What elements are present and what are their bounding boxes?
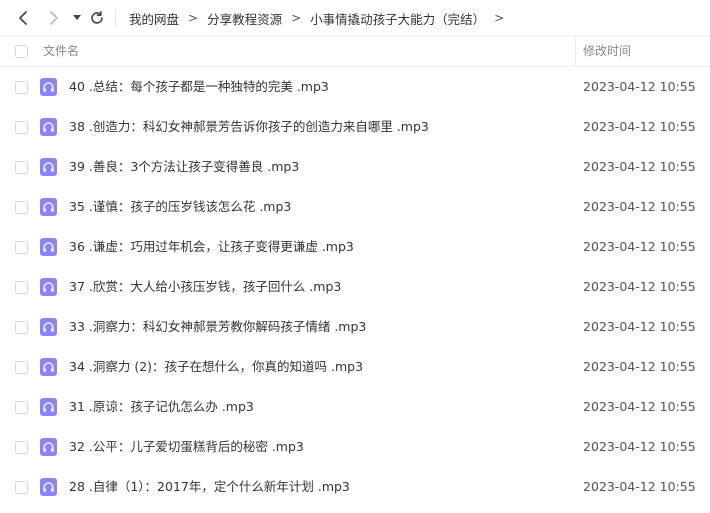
file-row[interactable]: 32 .公平：儿子爱切蛋糕背后的秘密 .mp3 2023-04-12 10:55: [0, 427, 710, 467]
file-name[interactable]: 39 .善良：3个方法让孩子变得善良 .mp3: [69, 147, 299, 187]
row-checkbox[interactable]: [15, 321, 28, 334]
file-modified-time: 2023-04-12 10:55: [583, 199, 696, 214]
column-header-modified[interactable]: 修改时间: [583, 36, 631, 67]
audio-file-icon: [40, 278, 57, 296]
file-name[interactable]: 33 .洞察力：科幻女神郝景芳教你解码孩子情绪 .mp3: [69, 307, 366, 347]
file-modified-time: 2023-04-12 10:55: [583, 119, 696, 134]
file-modified-time: 2023-04-12 10:55: [583, 159, 696, 174]
file-row[interactable]: 36 .谦虚：巧用过年机会，让孩子变得更谦虚 .mp3 2023-04-12 10…: [0, 227, 710, 267]
file-name[interactable]: 36 .谦虚：巧用过年机会，让孩子变得更谦虚 .mp3: [69, 227, 354, 267]
file-name[interactable]: 40 .总结：每个孩子都是一种独特的完美 .mp3: [69, 67, 329, 107]
audio-file-icon: [40, 478, 57, 496]
breadcrumb-item-share[interactable]: 分享教程资源: [207, 9, 282, 28]
row-checkbox[interactable]: [15, 121, 28, 134]
file-row[interactable]: 35 .谨慎：孩子的压岁钱该怎么花 .mp3 2023-04-12 10:55: [0, 187, 710, 227]
audio-file-icon: [40, 198, 57, 216]
breadcrumb-item-root[interactable]: 我的网盘: [129, 9, 179, 28]
file-name[interactable]: 28 .自律（1）：2017年，定个什么新年计划 .mp3: [69, 467, 350, 507]
breadcrumb: 我的网盘 > 分享教程资源 > 小事情撬动孩子大能力（完结） >: [129, 0, 513, 36]
breadcrumb-separator: >: [188, 11, 199, 25]
file-row[interactable]: 28 .自律（1）：2017年，定个什么新年计划 .mp3 2023-04-12 …: [0, 467, 710, 507]
chevron-left-icon: [19, 11, 27, 25]
file-row[interactable]: 40 .总结：每个孩子都是一种独特的完美 .mp3 2023-04-12 10:5…: [0, 67, 710, 107]
file-modified-time: 2023-04-12 10:55: [583, 79, 696, 94]
file-name[interactable]: 34 .洞察力 (2)：孩子在想什么，你真的知道吗 .mp3: [69, 347, 363, 387]
toolbar-divider: [115, 9, 116, 27]
row-checkbox[interactable]: [15, 441, 28, 454]
file-row[interactable]: 33 .洞察力：科幻女神郝景芳教你解码孩子情绪 .mp3 2023-04-12 1…: [0, 307, 710, 347]
select-all-checkbox[interactable]: [15, 45, 28, 58]
row-checkbox[interactable]: [15, 401, 28, 414]
audio-file-icon: [40, 358, 57, 376]
file-modified-time: 2023-04-12 10:55: [583, 359, 696, 374]
file-row[interactable]: 38 .创造力：科幻女神郝景芳告诉你孩子的创造力来自哪里 .mp3 2023-04…: [0, 107, 710, 147]
file-row[interactable]: 31 .原谅：孩子记仇怎么办 .mp3 2023-04-12 10:55: [0, 387, 710, 427]
file-modified-time: 2023-04-12 10:55: [583, 399, 696, 414]
refresh-button[interactable]: [87, 0, 107, 36]
toolbar: 我的网盘 > 分享教程资源 > 小事情撬动孩子大能力（完结） >: [0, 0, 710, 36]
audio-file-icon: [40, 118, 57, 136]
back-button[interactable]: [12, 0, 34, 36]
file-modified-time: 2023-04-12 10:55: [583, 319, 696, 334]
chevron-right-icon: [50, 11, 58, 25]
audio-file-icon: [40, 238, 57, 256]
breadcrumb-separator: >: [291, 11, 302, 25]
forward-button[interactable]: [43, 0, 65, 36]
audio-file-icon: [40, 438, 57, 456]
row-checkbox[interactable]: [15, 361, 28, 374]
file-row[interactable]: 37 .欣赏：大人给小孩压岁钱，孩子回什么 .mp3 2023-04-12 10:…: [0, 267, 710, 307]
file-list-header: 文件名 修改时间: [0, 36, 710, 67]
file-list: 40 .总结：每个孩子都是一种独特的完美 .mp3 2023-04-12 10:5…: [0, 67, 710, 507]
breadcrumb-separator: >: [494, 11, 505, 25]
audio-file-icon: [40, 78, 57, 96]
column-divider[interactable]: [575, 36, 576, 67]
row-checkbox[interactable]: [15, 81, 28, 94]
refresh-icon: [91, 11, 103, 24]
caret-down-icon: [73, 15, 81, 20]
file-name[interactable]: 32 .公平：儿子爱切蛋糕背后的秘密 .mp3: [69, 427, 304, 467]
row-checkbox[interactable]: [15, 201, 28, 214]
row-checkbox[interactable]: [15, 281, 28, 294]
file-row[interactable]: 39 .善良：3个方法让孩子变得善良 .mp3 2023-04-12 10:55: [0, 147, 710, 187]
file-modified-time: 2023-04-12 10:55: [583, 479, 696, 494]
file-modified-time: 2023-04-12 10:55: [583, 239, 696, 254]
file-modified-time: 2023-04-12 10:55: [583, 279, 696, 294]
column-header-name[interactable]: 文件名: [43, 36, 79, 67]
breadcrumb-item-current[interactable]: 小事情撬动孩子大能力（完结）: [310, 9, 485, 28]
history-dropdown-button[interactable]: [70, 0, 84, 36]
audio-file-icon: [40, 318, 57, 336]
audio-file-icon: [40, 398, 57, 416]
row-checkbox[interactable]: [15, 481, 28, 494]
row-checkbox[interactable]: [15, 161, 28, 174]
audio-file-icon: [40, 158, 57, 176]
file-modified-time: 2023-04-12 10:55: [583, 439, 696, 454]
file-name[interactable]: 37 .欣赏：大人给小孩压岁钱，孩子回什么 .mp3: [69, 267, 341, 307]
file-name[interactable]: 38 .创造力：科幻女神郝景芳告诉你孩子的创造力来自哪里 .mp3: [69, 107, 429, 147]
file-name[interactable]: 31 .原谅：孩子记仇怎么办 .mp3: [69, 387, 254, 427]
file-name[interactable]: 35 .谨慎：孩子的压岁钱该怎么花 .mp3: [69, 187, 291, 227]
file-row[interactable]: 34 .洞察力 (2)：孩子在想什么，你真的知道吗 .mp3 2023-04-12…: [0, 347, 710, 387]
row-checkbox[interactable]: [15, 241, 28, 254]
